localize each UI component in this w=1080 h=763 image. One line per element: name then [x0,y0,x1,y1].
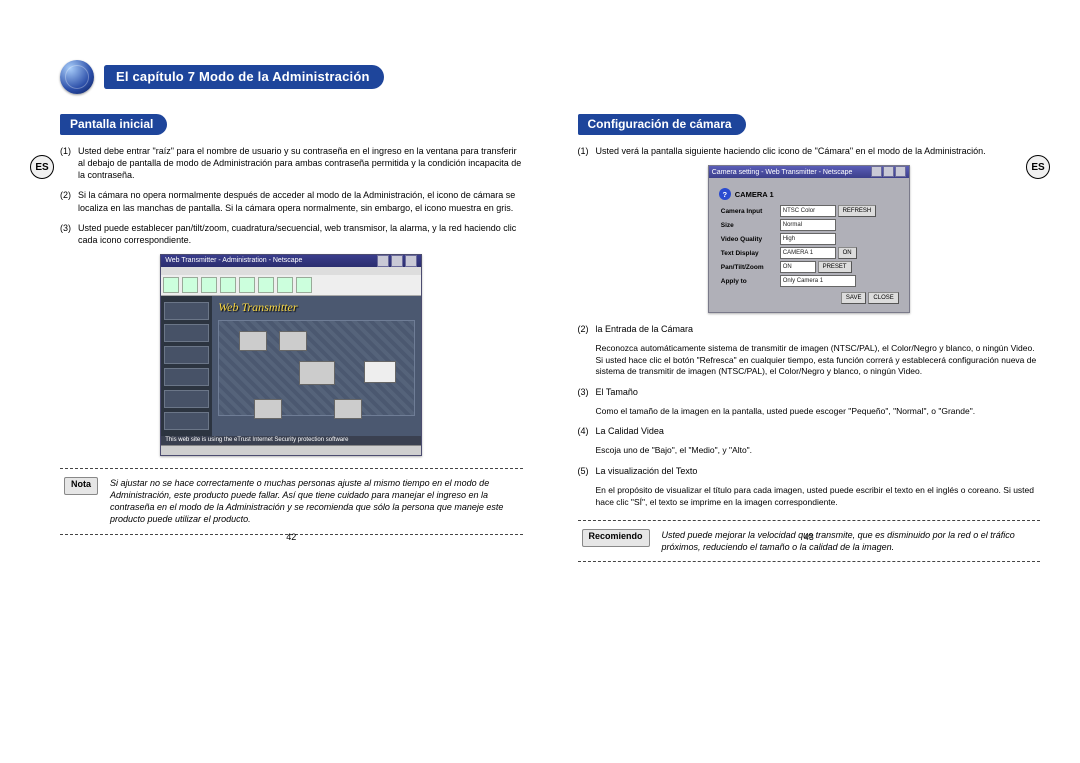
window-title: Camera setting - Web Transmitter - Netsc… [712,169,853,176]
window-title: Web Transmitter - Administration - Netsc… [165,257,302,264]
window-controls [377,255,417,267]
item-num: (2) [578,323,596,335]
page-number-right: 43 [804,532,814,542]
screenshot-admin-window: Web Transmitter - Administration - Netsc… [160,254,422,456]
camera-heading-text: CAMERA 1 [735,190,774,199]
item-title: La visualización del Texto [596,466,698,476]
item-title: la Entrada de la Cámara [596,324,694,334]
banner-text: Web Transmitter [218,300,297,315]
item-num: (1) [578,145,596,157]
note-text: Si ajustar no se hace correctamente o mu… [110,477,519,526]
refresh-button[interactable]: REFRESH [838,205,877,217]
item-text: Si la cámara no opera normalmente despué… [78,189,523,213]
item-num: (3) [60,222,78,246]
text-on-button[interactable]: ON [838,247,857,259]
ptz-select[interactable]: ON [780,261,816,273]
help-icon: ? [719,188,731,200]
section-title-right: Configuración de cámara [578,114,746,135]
note-box: Nota Si ajustar no se hace correctamente… [60,468,523,535]
right-page: Configuración de cámara (1) Usted verá l… [578,114,1041,592]
item-text: Usted puede establecer pan/tilt/zoom, cu… [78,222,523,246]
page-number-left: 42 [286,532,296,542]
status-bar: This web site is using the eTrust Intern… [161,436,421,445]
item-num: (5) [578,465,596,477]
item-text: Usted debe entrar "raíz" para el nombre … [78,145,523,181]
recommend-label: Recomiendo [582,529,650,547]
note-label: Nota [64,477,98,495]
camera-input-field[interactable]: NTSC Color [780,205,836,217]
list-item: (1) Usted debe entrar "raíz" para el nom… [60,145,523,181]
row-label: Apply to [719,274,778,288]
item-title: El Tamaño [596,387,638,397]
section-title-left: Pantalla inicial [60,114,167,135]
list-item: (1) Usted verá la pantalla siguiente hac… [578,145,1041,157]
apply-select[interactable]: Only Camera 1 [780,275,856,287]
window-controls [870,166,906,179]
item-title: La Calidad Videa [596,426,664,436]
item-desc: Escoja uno de "Bajo", el "Medio", y "Alt… [578,445,1041,456]
item-num: (2) [60,189,78,213]
size-select[interactable]: Normal [780,219,836,231]
toolbar [161,275,421,296]
item-num: (4) [578,425,596,437]
row-label: Text Display [719,246,778,260]
row-label: Size [719,218,778,232]
globe-icon [60,60,94,94]
row-label: Camera Input [719,204,778,218]
row-label: Video Quality [719,232,778,246]
preset-button[interactable]: PRESET [818,261,852,273]
settings-table: Camera Input NTSC Color REFRESH Size Nor… [719,204,899,288]
save-button[interactable]: SAVE [841,292,867,304]
item-text: Usted verá la pantalla siguiente haciend… [596,145,1041,157]
window-titlebar: Camera setting - Web Transmitter - Netsc… [709,166,909,178]
list-item: (3) Usted puede establecer pan/tilt/zoom… [60,222,523,246]
camera-heading: ? CAMERA 1 [719,188,899,200]
menubar [161,267,421,275]
quality-select[interactable]: High [780,233,836,245]
item-num: (3) [578,386,596,398]
sidebar [161,296,212,436]
language-badge-left: ES [30,155,54,179]
list-item: (2) Si la cámara no opera normalmente de… [60,189,523,213]
taskbar [161,445,421,455]
item-desc: Como el tamaño de la imagen en la pantal… [578,406,1041,417]
left-page: Pantalla inicial (1) Usted debe entrar "… [60,114,523,592]
item-num: (1) [60,145,78,181]
list-item: (4) La Calidad Videa [578,425,1041,437]
screenshot-camera-settings: Camera setting - Web Transmitter - Netsc… [708,165,910,313]
row-label: Pan/Tilt/Zoom [719,260,778,274]
chapter-title: El capítulo 7 Modo de la Administración [104,65,384,89]
text-display-field[interactable]: CAMERA 1 [780,247,836,259]
list-item: (2) la Entrada de la Cámara [578,323,1041,335]
item-desc: En el propósito de visualizar el título … [578,485,1041,508]
list-item: (5) La visualización del Texto [578,465,1041,477]
list-item: (3) El Tamaño [578,386,1041,398]
recommend-text: Usted puede mejorar la velocidad que tra… [662,529,1036,553]
window-titlebar: Web Transmitter - Administration - Netsc… [161,255,421,267]
main-canvas: Web Transmitter [212,296,421,436]
item-desc: Reconozca automáticamente sistema de tra… [578,343,1041,377]
close-button[interactable]: CLOSE [868,292,898,304]
